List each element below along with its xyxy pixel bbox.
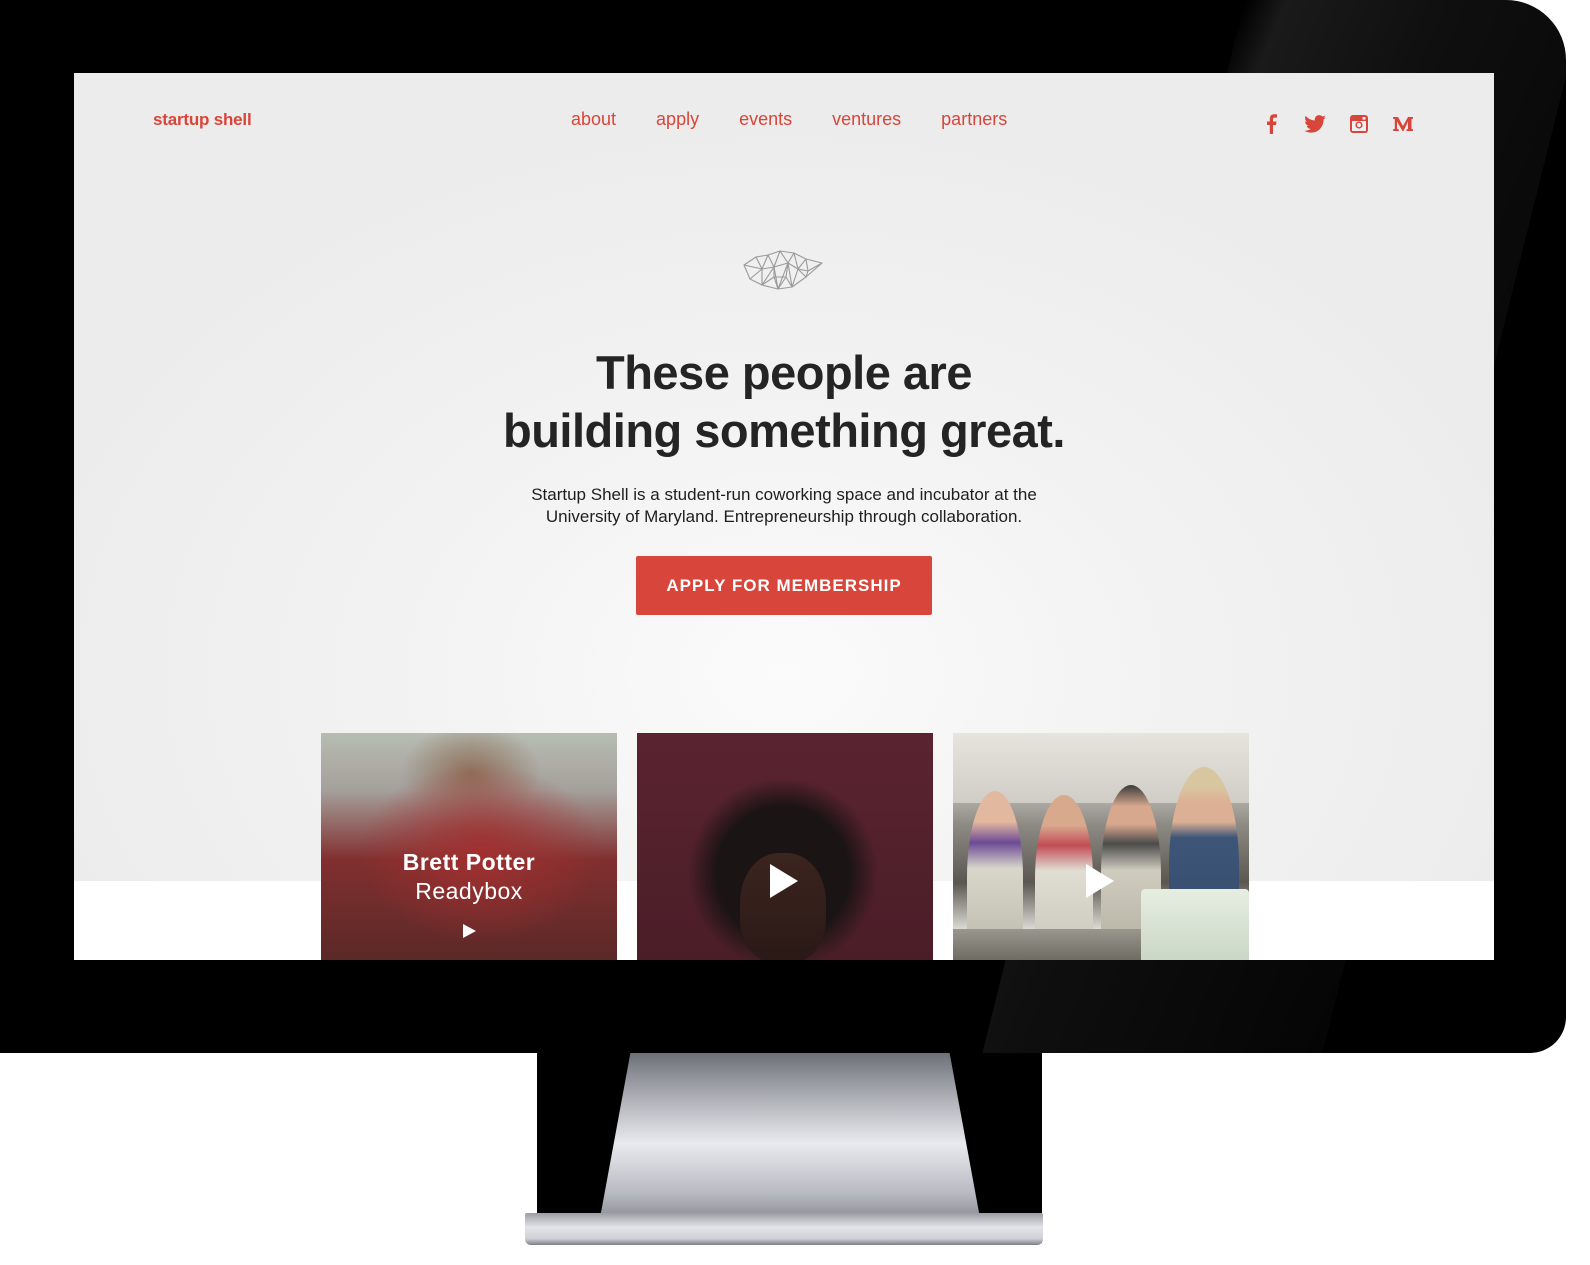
play-icon[interactable] <box>768 863 800 899</box>
instagram-icon[interactable] <box>1348 113 1370 135</box>
social-links <box>1260 113 1414 135</box>
facebook-icon[interactable] <box>1260 113 1282 135</box>
nav-link-ventures[interactable]: ventures <box>832 109 901 130</box>
video-card-portrait[interactable] <box>637 733 933 960</box>
hero-headline-line2: building something great. <box>503 404 1065 457</box>
product-bags <box>1141 889 1249 960</box>
monitor-stand <box>600 1053 980 1218</box>
hero-description-line2: University of Maryland. Entrepreneurship… <box>545 507 1023 526</box>
video-card-readybox[interactable]: Brett Potter Readybox <box>321 733 617 960</box>
monitor-stand-base <box>525 1213 1043 1245</box>
play-icon[interactable] <box>461 923 477 939</box>
nav-link-partners[interactable]: partners <box>941 109 1007 130</box>
nav-links: about apply events ventures partners <box>571 109 1007 130</box>
hero-description-line1: Startup Shell is a student-run coworking… <box>531 485 1037 504</box>
video-card-company: Readybox <box>415 878 523 904</box>
video-card-team[interactable] <box>953 733 1249 960</box>
brand-logo-link[interactable]: startup shell <box>153 110 252 130</box>
shell-logo-icon <box>743 250 823 290</box>
nav-link-about[interactable]: about <box>571 109 616 130</box>
hero-headline: These people are building something grea… <box>374 344 1194 460</box>
hero-headline-line1: These people are <box>596 346 973 399</box>
nav-link-apply[interactable]: apply <box>656 109 699 130</box>
apply-for-membership-button[interactable]: APPLY FOR MEMBERSHIP <box>636 556 932 615</box>
twitter-icon[interactable] <box>1304 113 1326 135</box>
top-navigation: startup shell about apply events venture… <box>74 73 1494 173</box>
hero-description: Startup Shell is a student-run coworking… <box>494 484 1074 528</box>
medium-icon[interactable] <box>1392 113 1414 135</box>
browser-viewport: startup shell about apply events venture… <box>74 73 1494 960</box>
video-card-person-name: Brett Potter <box>402 849 536 875</box>
video-card-caption: Brett Potter Readybox <box>321 849 617 905</box>
video-cards: Brett Potter Readybox <box>321 733 1249 960</box>
play-icon[interactable] <box>1084 863 1116 899</box>
nav-link-events[interactable]: events <box>739 109 792 130</box>
